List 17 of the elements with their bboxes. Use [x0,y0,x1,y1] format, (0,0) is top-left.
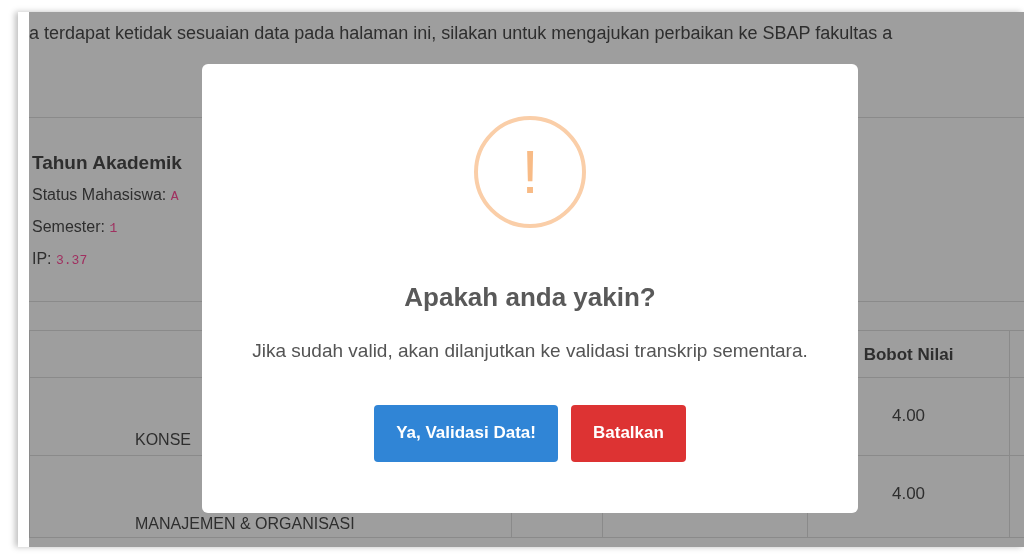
warning-icon: ! [474,116,586,228]
dialog-title: Apakah anda yakin? [403,281,657,314]
detail-label: Status Mahasiswa: [32,186,167,203]
section-heading: Tahun Akademik [32,152,182,173]
cancel-button[interactable]: Batalkan [571,404,686,462]
notice-text: a terdapat ketidak sesuaian data pada halaman ini, silakan untuk mengajukan perbaikan ke SBAP fakultas a [29,23,893,43]
detail-value: 1 [109,221,118,236]
detail-label: IP: [32,250,52,267]
table-cell: 4.00 [891,484,926,503]
detail-value: A [170,189,179,204]
table-cell: 4.00 [891,406,926,425]
table-cell: MANAJEMEN & ORGANISASI [135,515,355,532]
table-cell: KONSE [135,431,191,448]
detail-label: Semester: [32,218,105,235]
dialog-message: Jika sudah valid, akan dilanjutkan ke validasi transkrip sementara. [252,339,808,363]
detail-value: 3.37 [56,253,88,268]
confirm-button[interactable]: Ya, Validasi Data! [374,404,558,462]
